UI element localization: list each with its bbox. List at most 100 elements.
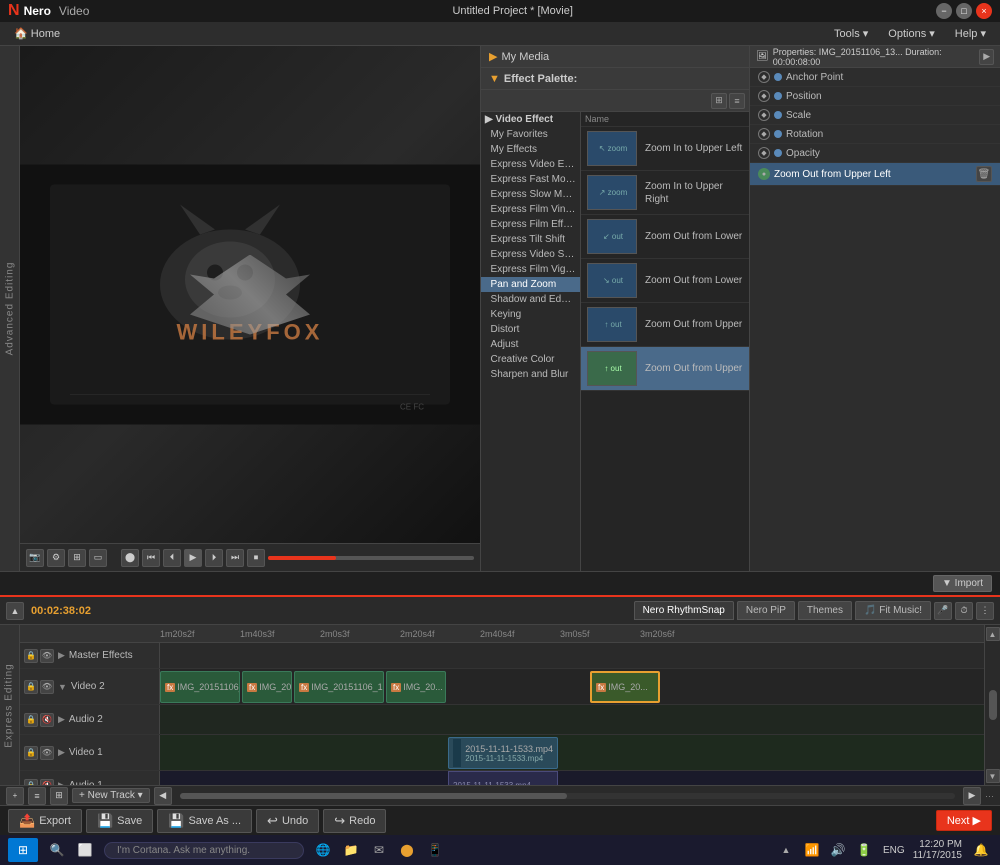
tab-rhythmsnap[interactable]: Nero RhythmSnap xyxy=(634,601,734,620)
cortana-search[interactable]: I'm Cortana. Ask me anything. xyxy=(104,842,304,859)
start-button[interactable]: ⊞ xyxy=(8,838,38,862)
battery-icon[interactable]: 🔋 xyxy=(853,839,875,861)
v1-eye-btn[interactable]: 👁 xyxy=(40,746,54,760)
view-icon[interactable]: ⊞ xyxy=(68,549,86,567)
taskbar-mail-icon[interactable]: ✉ xyxy=(368,839,390,861)
camera-icon[interactable]: 📷 xyxy=(26,549,44,567)
a2-mute-btn[interactable]: 🔇 xyxy=(40,713,54,727)
record-btn[interactable]: ⬤ xyxy=(121,549,139,567)
play-btn[interactable]: ▶ xyxy=(184,549,202,567)
menu-options[interactable]: Options ▾ xyxy=(878,24,945,43)
clip-v2-4[interactable]: fxIMG_20...Pan Bottom xyxy=(386,671,446,703)
tree-item-fastmotion[interactable]: Express Fast Motion xyxy=(481,172,580,187)
scroll-thumb[interactable] xyxy=(989,690,997,720)
end-btn[interactable]: ⏹ xyxy=(247,549,265,567)
import-button[interactable]: ▼ Import xyxy=(933,575,992,592)
next-frame-btn[interactable]: ⏭ xyxy=(226,549,244,567)
network-icon[interactable]: 📶 xyxy=(801,839,823,861)
prop-anchor-point[interactable]: ◆ Anchor Point xyxy=(750,68,1000,87)
tree-item-sharpen[interactable]: Sharpen and Blur xyxy=(481,367,580,382)
tab-themes[interactable]: Themes xyxy=(798,601,852,620)
scroll-up-btn[interactable]: ▲ xyxy=(986,627,1000,641)
tree-item-slowmotion[interactable]: Express Slow Motion xyxy=(481,187,580,202)
timeline-scrollbar[interactable] xyxy=(180,793,955,799)
a1-lock-btn[interactable]: 🔒 xyxy=(24,779,38,786)
prop-zoom-out-upper[interactable]: ● Zoom Out from Upper Left 🗑 xyxy=(750,163,1000,186)
tree-item-shadow[interactable]: Shadow and Edges xyxy=(481,292,580,307)
tree-item-distort[interactable]: Distort xyxy=(481,322,580,337)
tree-item-myeffects[interactable]: My Effects xyxy=(481,142,580,157)
tree-item-adjust[interactable]: Adjust xyxy=(481,337,580,352)
step-fwd-btn[interactable]: ⏵ xyxy=(205,549,223,567)
effect-item-zoomou1[interactable]: ↑ out Zoom Out from Upper xyxy=(581,303,749,347)
a1-clip[interactable]: 2015-11-11-1533.mp4 xyxy=(448,771,558,785)
expand-properties-btn[interactable]: ▶ xyxy=(979,49,994,65)
effect-item-zoomol1[interactable]: ↙ out Zoom Out from Lower xyxy=(581,215,749,259)
taskbar-chrome-icon[interactable]: ⬤ xyxy=(396,839,418,861)
grid-view-btn[interactable]: ⊞ xyxy=(711,93,727,109)
prop-opacity[interactable]: ◆ Opacity xyxy=(750,144,1000,163)
list-view-btn[interactable]: ≡ xyxy=(729,93,745,109)
minimize-button[interactable]: − xyxy=(936,3,952,19)
new-track-btn[interactable]: + New Track ▾ xyxy=(72,788,150,803)
more-icon[interactable]: ⋮ xyxy=(976,602,994,620)
step-back-btn[interactable]: ⏴ xyxy=(163,549,181,567)
a1-expand[interactable]: ▶ xyxy=(58,780,65,785)
tree-item-favorites[interactable]: My Favorites xyxy=(481,127,580,142)
a2-lock-btn[interactable]: 🔒 xyxy=(24,713,38,727)
save-button[interactable]: 💾 Save xyxy=(86,809,153,833)
effect-item-zoomol2[interactable]: ↘ out Zoom Out from Lower xyxy=(581,259,749,303)
grid-btn[interactable]: ⊞ xyxy=(50,787,68,805)
clip-v2-2[interactable]: fxIMG_2015... xyxy=(242,671,292,703)
redo-button[interactable]: ↪ Redo xyxy=(323,809,386,833)
v1-expand[interactable]: ▶ xyxy=(58,747,65,758)
v2-eye-btn[interactable]: 👁 xyxy=(40,680,54,694)
progress-bar[interactable] xyxy=(268,556,474,560)
timeline-scroll-thumb[interactable] xyxy=(180,793,568,799)
tree-item-panzoom[interactable]: Pan and Zoom xyxy=(481,277,580,292)
prev-btn[interactable]: ◀ xyxy=(154,787,172,805)
notifications-icon[interactable]: 🔔 xyxy=(970,839,992,861)
menu-tools[interactable]: Tools ▾ xyxy=(824,24,878,43)
prop-rotation[interactable]: ◆ Rotation xyxy=(750,125,1000,144)
tree-item-creativecolor[interactable]: Creative Color xyxy=(481,352,580,367)
taskbar-task-view-icon[interactable]: ⬜ xyxy=(74,839,96,861)
v2-lock-btn[interactable]: 🔒 xyxy=(24,680,38,694)
effect-item-zoomou2[interactable]: ↑ out Zoom Out from Upper xyxy=(581,347,749,391)
a2-expand[interactable]: ▶ xyxy=(58,714,65,725)
taskbar-search-icon[interactable]: 🔍 xyxy=(46,839,68,861)
tree-item-keying[interactable]: Keying xyxy=(481,307,580,322)
effect-item-zoomur[interactable]: ↗ zoom Zoom In to Upper Right xyxy=(581,171,749,215)
add-track-btn[interactable]: + xyxy=(6,787,24,805)
scroll-down-btn[interactable]: ▼ xyxy=(986,769,1000,783)
close-button[interactable]: × xyxy=(976,3,992,19)
menu-home[interactable]: 🏠 Home xyxy=(4,24,70,43)
taskbar-folder-icon[interactable]: 📁 xyxy=(340,839,362,861)
v2-expand[interactable]: ▼ xyxy=(58,682,67,692)
undo-button[interactable]: ↩ Undo xyxy=(256,809,319,833)
track-list-btn[interactable]: ≡ xyxy=(28,787,46,805)
settings-icon[interactable]: ⚙ xyxy=(47,549,65,567)
aspect-icon[interactable]: ▭ xyxy=(89,549,107,567)
tab-fitmusic[interactable]: 🎵 Fit Music! xyxy=(855,601,931,620)
save-as-button[interactable]: 💾 Save As ... xyxy=(157,809,252,833)
next-btn-tl[interactable]: ▶ xyxy=(963,787,981,805)
master-eye-btn[interactable]: 👁 xyxy=(40,649,54,663)
prop-scale[interactable]: ◆ Scale xyxy=(750,106,1000,125)
master-lock-btn[interactable]: 🔒 xyxy=(24,649,38,663)
clip-v2-1[interactable]: fxIMG_20151106_13415Ease In xyxy=(160,671,240,703)
clip-v2-3[interactable]: fxIMG_20151106_13412Pan Left to Right xyxy=(294,671,384,703)
maximize-button[interactable]: □ xyxy=(956,3,972,19)
tray-up-icon[interactable]: ▲ xyxy=(775,839,797,861)
v1-lock-btn[interactable]: 🔒 xyxy=(24,746,38,760)
collapse-timeline-btn[interactable]: ▲ xyxy=(6,602,24,620)
clip-v2-5[interactable]: fxIMG_20...Zoom Out f xyxy=(590,671,660,703)
tab-pip[interactable]: Nero PiP xyxy=(737,601,795,620)
tree-item-stabilize[interactable]: Express Video Stabili. xyxy=(481,247,580,262)
master-expand[interactable]: ▶ xyxy=(58,650,65,661)
tree-item-videofx[interactable]: ▶ Video Effect xyxy=(481,112,580,127)
delete-prop-btn[interactable]: 🗑 xyxy=(976,166,992,182)
tree-item-tiltshift[interactable]: Express Tilt Shift xyxy=(481,232,580,247)
clock-icon[interactable]: ⏱ xyxy=(955,602,973,620)
taskbar-edge-icon[interactable]: 🌐 xyxy=(312,839,334,861)
